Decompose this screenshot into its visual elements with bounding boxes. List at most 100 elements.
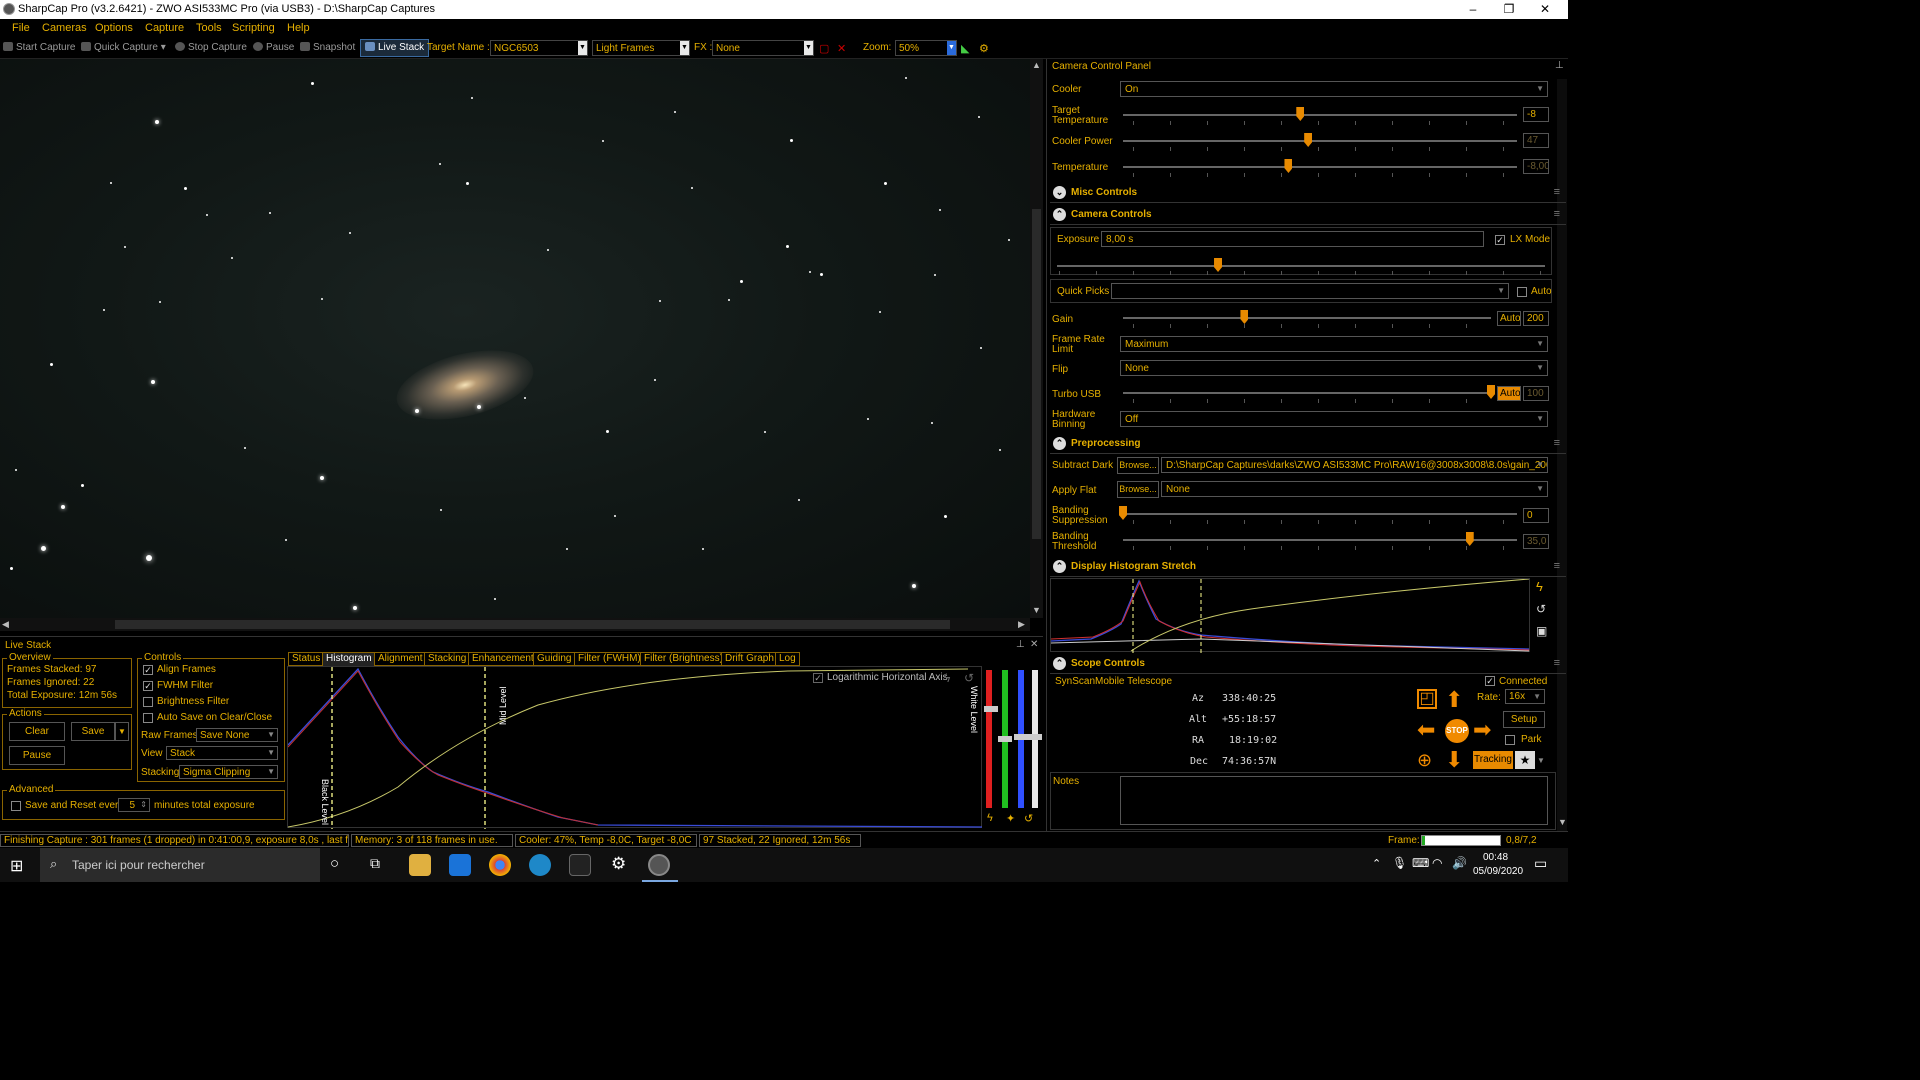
tab-filter-fwhm[interactable]: Filter (FWHM) [574, 652, 645, 666]
menu-help[interactable]: Help [287, 22, 310, 34]
save-reset-stepper[interactable]: 5 ⇕ [118, 798, 150, 812]
lightning-icon[interactable]: ϟ [1536, 580, 1543, 593]
menu-scripting[interactable]: Scripting [232, 22, 275, 34]
save-dropdown-icon[interactable]: ▼ [115, 722, 129, 741]
display-histogram-header[interactable]: ⌃ Display Histogram Stretch ≡ [1050, 557, 1566, 577]
star-icon[interactable]: ★ [1515, 751, 1535, 769]
park-checkbox[interactable] [1505, 735, 1515, 745]
task-view-icon[interactable]: ⧉ [370, 855, 380, 872]
tracking-button[interactable]: Tracking [1473, 751, 1513, 769]
reset-icon[interactable]: ↺ [964, 671, 974, 685]
taskbar-search[interactable]: ⌕ Taper ici pour rechercher [40, 848, 320, 882]
auto-save-checkbox[interactable] [143, 713, 153, 723]
preprocessing-header[interactable]: ⌃ Preprocessing ≡ [1050, 434, 1566, 454]
subtract-dark-select[interactable]: D:\SharpCap Captures\darks\ZWO ASI533MC … [1161, 457, 1548, 473]
display-histogram[interactable] [1050, 578, 1530, 653]
scroll-left-icon[interactable]: ◀ [2, 619, 9, 630]
tab-alignment[interactable]: Alignment [374, 652, 427, 666]
stacking-select[interactable]: Sigma Clipping ▼ [179, 765, 278, 779]
pause-stack-button[interactable]: Pause [9, 746, 65, 765]
setup-button[interactable]: Setup [1503, 711, 1545, 728]
lx-mode-checkbox[interactable]: ✓ [1495, 235, 1505, 245]
frame-rate-limit-select[interactable]: Maximum ▼ [1120, 336, 1548, 352]
start-capture-button[interactable]: Start Capture [3, 42, 75, 53]
snapshot-button[interactable]: Snapshot [300, 42, 355, 53]
menu-icon[interactable]: ≡ [1554, 657, 1560, 669]
subtract-dark-browse-button[interactable]: Browse... [1117, 457, 1159, 474]
menu-icon[interactable]: ≡ [1554, 437, 1560, 449]
menu-icon[interactable]: ≡ [1554, 560, 1560, 572]
app-icon[interactable] [569, 854, 591, 876]
turbo-usb-slider[interactable] [1487, 385, 1495, 399]
tab-filter-brightness[interactable]: Filter (Brightness) [640, 652, 727, 666]
tab-stacking[interactable]: Stacking [424, 652, 471, 666]
volume-icon[interactable]: 🔊 [1452, 856, 1467, 870]
histogram-icon[interactable]: ◣ [961, 42, 969, 55]
viewer-vertical-scrollbar[interactable]: ▲ ▼ [1030, 59, 1043, 618]
move-up-icon[interactable]: ⬆ [1445, 689, 1463, 711]
scroll-up-icon[interactable]: ▲ [1032, 60, 1041, 70]
banding-suppression-slider[interactable] [1119, 506, 1127, 520]
stack-histogram[interactable]: Black Level Mid Level ✓ Logarithmic Hori… [287, 666, 983, 829]
fx-select[interactable]: None ▼ [712, 40, 814, 56]
menu-icon[interactable]: ≡ [1554, 208, 1560, 220]
gain-auto-button[interactable]: Auto [1497, 311, 1521, 326]
level-bars[interactable]: White Level ϟ ✦ ↺ [969, 666, 1042, 828]
menu-tools[interactable]: Tools [196, 22, 222, 34]
tab-guiding[interactable]: Guiding [533, 652, 576, 666]
record-icon[interactable]: ▢ [819, 42, 829, 55]
live-stack-button[interactable]: Live Stack [360, 39, 430, 57]
gain-slider[interactable] [1240, 310, 1249, 324]
clock-date[interactable]: 05/09/2020 [1473, 866, 1523, 877]
apply-flat-browse-button[interactable]: Browse... [1117, 481, 1159, 498]
quick-capture-button[interactable]: Quick Capture ▾ [81, 42, 166, 53]
quick-picks-select[interactable]: ▼ [1111, 283, 1509, 299]
clear-button[interactable]: Clear [9, 722, 65, 741]
scope-controls-header[interactable]: ⌃ Scope Controls ≡ [1050, 654, 1566, 674]
red-level-bar[interactable] [986, 670, 992, 808]
chevron-up-icon[interactable]: ⌃ [1372, 857, 1381, 870]
scroll-thumb[interactable] [1032, 209, 1041, 539]
pause-button[interactable]: Pause [253, 42, 294, 53]
pin-icon[interactable]: ⊥ [1016, 639, 1025, 650]
banding-threshold-value[interactable]: 35,0 [1523, 534, 1549, 549]
move-down-icon[interactable]: ⬇ [1445, 749, 1463, 771]
camera-controls-header[interactable]: ⌃ Camera Controls ≡ [1050, 205, 1566, 225]
menu-file[interactable]: File [12, 22, 30, 34]
menu-capture[interactable]: Capture [145, 22, 184, 34]
cooler-select[interactable]: On ▼ [1120, 81, 1548, 97]
lightning-icon[interactable]: ϟ [944, 671, 950, 685]
view-select[interactable]: Stack ▼ [166, 746, 278, 760]
zoom-select[interactable]: 50% ▼ [895, 40, 957, 56]
raw-frames-select[interactable]: Save None ▼ [196, 728, 278, 742]
target-name-input[interactable]: NGC6503 ▼ [490, 40, 588, 56]
rate-select[interactable]: 16x ▼ [1505, 689, 1545, 704]
network-icon[interactable]: ⌨ [1412, 856, 1429, 870]
scroll-down-icon[interactable]: ▼ [1032, 605, 1041, 615]
stop-button[interactable]: STOP [1445, 719, 1469, 743]
mid-level-handle[interactable] [1014, 734, 1028, 740]
mail-icon[interactable] [449, 854, 471, 876]
clock-time[interactable]: 00:48 [1483, 852, 1508, 863]
quick-picks-auto-checkbox[interactable] [1517, 287, 1527, 297]
chrome-icon[interactable] [489, 854, 511, 876]
viewer-horizontal-scrollbar[interactable]: ◀ ▶ [0, 618, 1030, 631]
tab-enhancement[interactable]: Enhancement [468, 652, 538, 666]
microphone-icon[interactable]: 🎙 [1392, 856, 1407, 870]
move-right-icon[interactable]: ➡ [1473, 719, 1491, 741]
turbo-usb-auto-button[interactable]: Auto [1497, 386, 1521, 401]
notifications-icon[interactable]: ▭ [1534, 855, 1547, 872]
banding-threshold-slider[interactable] [1465, 532, 1474, 546]
edge-icon[interactable] [529, 854, 551, 876]
cortana-icon[interactable]: ○ [330, 855, 339, 872]
save-button[interactable]: Save [71, 722, 115, 741]
windows-start-icon[interactable]: ⊞ [10, 856, 23, 876]
hardware-binning-select[interactable]: Off ▼ [1120, 411, 1548, 427]
tab-log[interactable]: Log [775, 652, 800, 666]
frame-type-select[interactable]: Light Frames ▼ [592, 40, 690, 56]
close-panel-icon[interactable]: ✕ [1030, 639, 1038, 650]
lightning-icon[interactable]: ϟ [987, 812, 993, 824]
reset-icon[interactable]: ↺ [1536, 603, 1546, 615]
wifi-icon[interactable]: ◠ [1432, 856, 1442, 870]
close-button[interactable]: ✕ [1522, 0, 1568, 19]
